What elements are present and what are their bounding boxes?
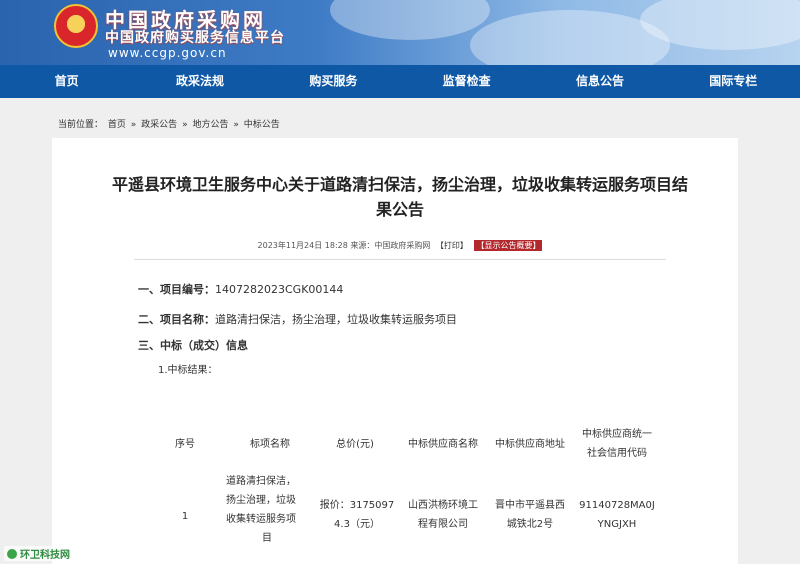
cell-address: 晋中市平遥县西 城铁北2号 <box>488 496 572 534</box>
cell-line: 山西洪杨环境工 <box>408 500 478 511</box>
project-name-label: 二、项目名称： <box>138 313 215 326</box>
header-line: 中标供应商统一 <box>582 429 652 440</box>
divider <box>134 259 666 260</box>
main-nav: 首页 政采法规 购买服务 监督检查 信息公告 国际专栏 <box>0 65 800 98</box>
table-header-address: 中标供应商地址 <box>495 439 565 450</box>
table-header-credit-code: 中标供应商统一 社会信用代码 <box>574 425 660 463</box>
breadcrumb-award[interactable]: 中标公告 <box>244 120 280 130</box>
site-subtitle: 中国政府购买服务信息平台 <box>105 30 285 46</box>
cell-line: 目 <box>262 533 272 544</box>
cell-line: 城铁北2号 <box>506 519 554 530</box>
leaf-icon <box>7 548 17 559</box>
section-heading: 三、中标（成交）信息 <box>138 339 248 352</box>
header-line: 社会信用代码 <box>587 448 647 459</box>
result-label: 1.中标结果： <box>158 365 218 376</box>
nav-item-regulations[interactable]: 政采法规 <box>133 65 266 98</box>
cell-credit-code: 91140728MA0J YNGJXH <box>574 496 660 534</box>
watermark-logo: 环卫科技网 <box>4 546 73 561</box>
show-summary-button[interactable]: 【显示公告概要】 <box>474 240 543 251</box>
project-name-row: 二、项目名称：道路清扫保洁，扬尘治理，垃圾收集转运服务项目 <box>138 311 457 327</box>
project-number-label: 一、项目编号： <box>138 283 215 296</box>
cell-line: YNGJXH <box>597 519 637 530</box>
site-url: www.ccgp.gov.cn <box>108 46 227 60</box>
cell-line: 道路清扫保洁， <box>226 476 296 487</box>
breadcrumb-procurement[interactable]: 政采公告 <box>141 120 177 130</box>
breadcrumb-prefix: 当前位置： <box>58 120 104 130</box>
breadcrumb-separator: » <box>182 120 188 130</box>
article-meta: 2023年11月24日 18:28 来源：中国政府采购网 【打印】 【显示公告概… <box>0 240 800 251</box>
table-header-item: 标项名称 <box>250 439 290 450</box>
breadcrumb-local[interactable]: 地方公告 <box>192 120 228 130</box>
cell-supplier: 山西洪杨环境工 程有限公司 <box>400 496 486 534</box>
cell-no: 1 <box>181 511 189 522</box>
project-number-row: 一、项目编号：1407282023CGK00144 <box>138 281 343 297</box>
title-line: 果公告 <box>375 200 424 219</box>
banner-cloud <box>330 0 490 40</box>
breadcrumb-separator: » <box>233 120 239 130</box>
breadcrumb-separator: » <box>130 120 137 130</box>
table-header-price: 总价(元) <box>336 439 374 450</box>
nav-item-announcements[interactable]: 信息公告 <box>533 65 666 98</box>
breadcrumb: 当前位置： 首页 » 政采公告 » 地方公告 » 中标公告 <box>58 117 282 130</box>
award-info-heading: 三、中标（成交）信息 <box>138 337 248 353</box>
table-header-no: 序号 <box>175 439 195 450</box>
cell-item-name: 道路清扫保洁， 扬尘治理，垃圾 收集转运服务项 目 <box>226 472 308 548</box>
title-line: 平遥县环境卫生服务中心关于道路清扫保洁，扬尘治理，垃圾收集转运服务项目结 <box>111 175 688 194</box>
cell-line: 晋中市平遥县西 <box>495 500 565 511</box>
page-title: 平遥县环境卫生服务中心关于道路清扫保洁，扬尘治理，垃圾收集转运服务项目结 果公告 <box>64 172 736 222</box>
nav-item-supervision[interactable]: 监督检查 <box>400 65 533 98</box>
cell-price: 报价：3175097 4.3（元） <box>314 496 400 534</box>
nav-item-international[interactable]: 国际专栏 <box>667 65 800 98</box>
national-emblem-icon[interactable]: ★ <box>54 4 98 48</box>
nav-item-purchase-service[interactable]: 购买服务 <box>267 65 400 98</box>
table-header-supplier: 中标供应商名称 <box>408 439 478 450</box>
site-banner: ★ 中国政府采购网 中国政府购买服务信息平台 www.ccgp.gov.cn <box>0 0 800 65</box>
print-link[interactable]: 【打印】 <box>436 241 468 250</box>
publish-info: 2023年11月24日 18:28 来源：中国政府采购网 <box>257 241 431 250</box>
cell-line: 报价：3175097 <box>319 500 395 511</box>
breadcrumb-home[interactable]: 首页 <box>108 120 126 130</box>
cell-line: 91140728MA0J <box>579 500 655 511</box>
project-name: 道路清扫保洁，扬尘治理，垃圾收集转运服务项目 <box>215 313 457 326</box>
cell-line: 收集转运服务项 <box>226 514 296 525</box>
project-number: 1407282023CGK00144 <box>215 283 344 296</box>
nav-item-home[interactable]: 首页 <box>0 65 133 98</box>
cell-line: 扬尘治理，垃圾 <box>226 495 296 506</box>
watermark-text: 环卫科技网 <box>20 550 70 561</box>
cell-line: 程有限公司 <box>418 519 468 530</box>
cell-line: 4.3（元） <box>334 519 380 530</box>
